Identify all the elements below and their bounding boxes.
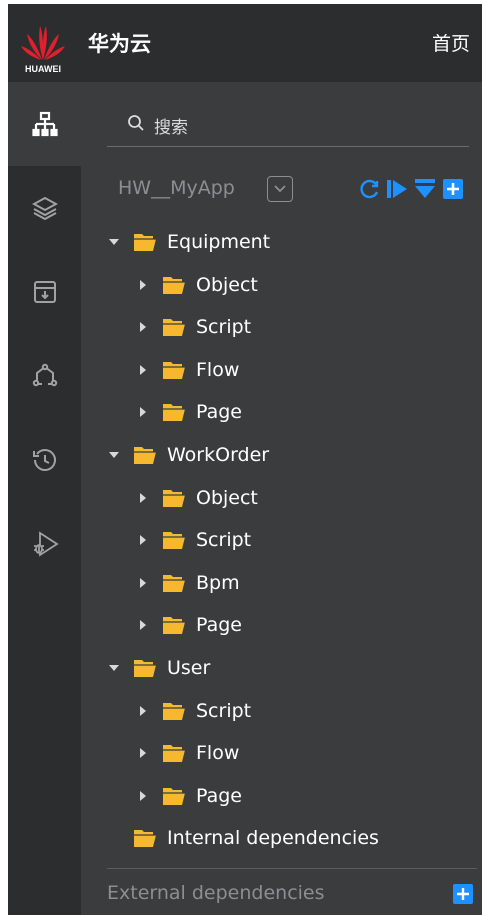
search-box[interactable]: 搜索 xyxy=(107,102,469,147)
sitemap-icon xyxy=(31,111,58,137)
tree-node[interactable]: Script xyxy=(136,520,251,560)
rail-item-archive[interactable] xyxy=(8,250,81,334)
caret-right-icon[interactable] xyxy=(136,705,150,717)
add-external-dependency-icon[interactable] xyxy=(453,884,473,904)
caret-right-icon[interactable] xyxy=(136,406,150,418)
tree-node[interactable]: Page xyxy=(136,605,242,645)
folder-icon xyxy=(163,362,185,379)
caret-right-icon[interactable] xyxy=(136,790,150,802)
caret-right-icon[interactable] xyxy=(136,492,150,504)
tree-node-label: Flow xyxy=(196,742,240,764)
tree-node-label: User xyxy=(167,657,211,679)
brand-title[interactable]: 华为云 xyxy=(88,28,151,58)
tree-node-label: Page xyxy=(196,785,242,807)
app-window: HUAWEI 华为云 首页 搜索 HW__MyApp Equipment Obj… xyxy=(8,4,482,915)
folder-open-icon xyxy=(134,447,156,464)
folder-icon xyxy=(163,490,185,507)
debug-run-icon xyxy=(33,531,59,557)
tree-node[interactable]: User xyxy=(107,648,210,688)
caret-right-icon[interactable] xyxy=(136,619,150,631)
folder-icon xyxy=(163,575,185,592)
tree-node-label: Page xyxy=(196,614,242,636)
caret-down-icon[interactable] xyxy=(107,451,121,459)
folder-icon xyxy=(163,703,185,720)
chevron-down-icon xyxy=(274,185,286,193)
folder-icon xyxy=(163,617,185,634)
app-selector-row: HW__MyApp xyxy=(118,174,478,204)
caret-right-icon[interactable] xyxy=(136,321,150,333)
tree-node[interactable]: Internal dependencies xyxy=(107,818,379,858)
caret-down-icon[interactable] xyxy=(107,238,121,246)
tree-node[interactable]: Page xyxy=(136,776,242,816)
activity-rail xyxy=(8,82,81,915)
archive-download-icon xyxy=(33,281,56,303)
caret-right-icon[interactable] xyxy=(136,747,150,759)
tree-node-label: Script xyxy=(196,529,252,551)
section-divider xyxy=(107,868,477,869)
rail-item-layers[interactable] xyxy=(8,166,81,250)
logo-text: HUAWEI xyxy=(25,64,61,74)
caret-down-icon[interactable] xyxy=(107,664,121,672)
rail-item-history[interactable] xyxy=(8,418,81,502)
tree-node-label: Page xyxy=(196,401,242,423)
rail-item-network[interactable] xyxy=(8,334,81,418)
rail-item-debug[interactable] xyxy=(8,502,81,586)
run-icon[interactable] xyxy=(386,178,408,200)
tree-node[interactable]: Flow xyxy=(136,350,239,390)
tree-node[interactable]: Page xyxy=(136,392,242,432)
history-icon xyxy=(32,449,56,471)
folder-icon xyxy=(163,277,185,294)
app-dropdown-button[interactable] xyxy=(267,176,293,202)
tree-node[interactable]: Equipment xyxy=(107,222,270,262)
folder-icon xyxy=(163,788,185,805)
tree-node-label: Object xyxy=(196,487,258,509)
add-icon[interactable] xyxy=(442,178,464,200)
folder-icon xyxy=(134,830,156,847)
tree-node[interactable]: Bpm xyxy=(136,563,240,603)
collapse-all-icon[interactable] xyxy=(414,178,436,200)
caret-right-icon[interactable] xyxy=(136,279,150,291)
tree-node[interactable]: Script xyxy=(136,307,251,347)
tree-node-label: Flow xyxy=(196,359,240,381)
tree-node[interactable]: WorkOrder xyxy=(107,435,269,475)
tree-node-label: Internal dependencies xyxy=(167,827,379,849)
folder-icon xyxy=(163,404,185,421)
tree-node[interactable]: Object xyxy=(136,478,258,518)
tree-node-label: Script xyxy=(196,700,252,722)
folder-icon xyxy=(163,532,185,549)
rail-item-structure[interactable] xyxy=(8,82,81,166)
tree-node-label: Script xyxy=(196,316,252,338)
folder-open-icon xyxy=(134,660,156,677)
tree-node-label: Bpm xyxy=(196,572,240,594)
tree-node-label: WorkOrder xyxy=(167,444,270,466)
caret-right-icon[interactable] xyxy=(136,364,150,376)
huawei-logo[interactable]: HUAWEI xyxy=(18,16,68,76)
search-icon xyxy=(128,115,144,131)
layers-icon xyxy=(31,196,58,221)
tree-node-label: Object xyxy=(196,274,258,296)
tree-node[interactable]: Flow xyxy=(136,733,239,773)
network-nodes-icon xyxy=(32,363,57,387)
caret-right-icon[interactable] xyxy=(136,534,150,546)
top-bar: HUAWEI 华为云 首页 xyxy=(8,4,482,82)
folder-icon xyxy=(163,745,185,762)
tree-node-label: Equipment xyxy=(167,231,271,253)
caret-right-icon[interactable] xyxy=(136,577,150,589)
search-label: 搜索 xyxy=(154,118,188,138)
tree-node[interactable]: Script xyxy=(136,691,251,731)
refresh-icon[interactable] xyxy=(359,178,381,200)
external-dependencies-label[interactable]: External dependencies xyxy=(107,882,325,904)
folder-icon xyxy=(163,319,185,336)
folder-open-icon xyxy=(134,234,156,251)
app-name[interactable]: HW__MyApp xyxy=(118,177,235,199)
nav-home-link[interactable]: 首页 xyxy=(432,29,470,56)
huawei-petal-icon xyxy=(21,26,65,60)
tree-node[interactable]: Object xyxy=(136,265,258,305)
